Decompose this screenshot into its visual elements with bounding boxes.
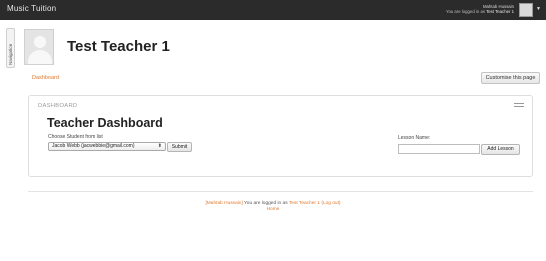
top-user-info: Mahtab Hussain You are logged in as Test…	[446, 4, 514, 14]
top-navbar: Music Tuition Mahtab Hussain You are log…	[0, 0, 546, 20]
footer-divider	[28, 191, 533, 192]
footer-home-link[interactable]: Home	[267, 207, 280, 212]
top-logged-in-prefix: You are logged in as	[445, 9, 485, 15]
customise-page-button[interactable]: Customise this page	[481, 72, 540, 84]
navigation-tab-label: Navigation	[8, 43, 13, 65]
profile-avatar	[24, 29, 54, 65]
site-name-link[interactable]: Music Tuition	[7, 4, 56, 13]
block-header: DASHBOARD	[38, 103, 78, 109]
user-menu-caret-icon[interactable]: ▼	[536, 6, 541, 12]
student-select-value: Jacob Webb (jacwebbie@gmail.com)	[52, 143, 135, 149]
top-logged-in-user-link[interactable]: Test Teacher 1	[486, 9, 514, 14]
choose-student-label: Choose Student from list	[48, 134, 103, 140]
footer-logout-link[interactable]: (Log out)	[321, 201, 340, 206]
submit-button[interactable]: Submit	[167, 142, 192, 152]
lesson-name-input[interactable]	[398, 144, 480, 154]
block-collapse-icon[interactable]	[514, 103, 524, 107]
top-user-avatar[interactable]	[519, 3, 533, 17]
dashboard-block: DASHBOARD Teacher Dashboard Choose Stude…	[28, 95, 533, 177]
page-title: Test Teacher 1	[67, 38, 170, 55]
dashboard-title: Teacher Dashboard	[47, 116, 163, 130]
student-select[interactable]: Jacob Webb (jacwebbie@gmail.com) ⬍	[48, 142, 166, 151]
footer: [Mahtab Hussain] You are logged in as Te…	[0, 201, 546, 213]
footer-teacher-link[interactable]: Test Teacher 1	[289, 201, 320, 206]
footer-user-link[interactable]: [Mahtab Hussain]	[205, 201, 242, 206]
navigation-block-tab[interactable]: Navigation	[6, 28, 15, 68]
lesson-name-label: Lesson Name:	[398, 135, 431, 141]
breadcrumb-dashboard-link[interactable]: Dashboard	[32, 75, 59, 81]
add-lesson-button[interactable]: Add Lesson	[481, 144, 520, 155]
select-arrows-icon: ⬍	[157, 143, 162, 149]
footer-logged-in-text: You are logged in as	[244, 201, 288, 206]
